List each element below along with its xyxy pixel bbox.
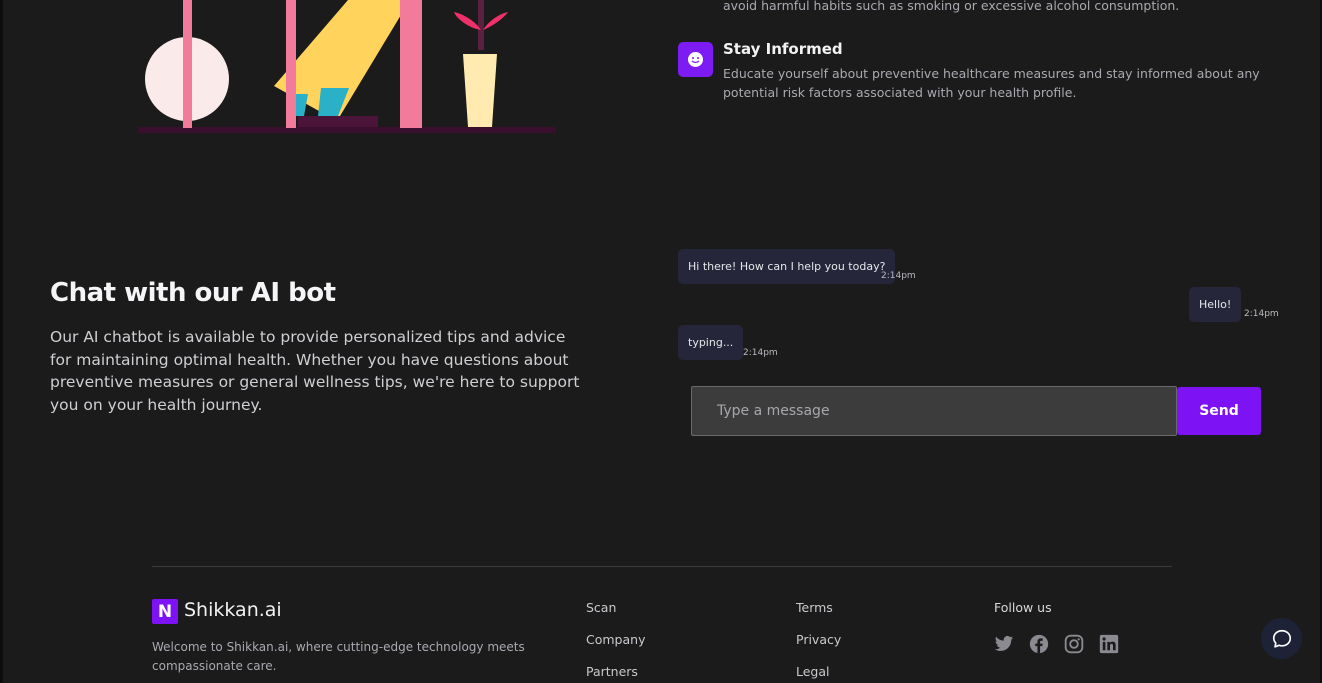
follow-us-label: Follow us bbox=[994, 600, 1052, 615]
footer-description: Welcome to Shikkan.ai, where cutting-edg… bbox=[152, 640, 525, 673]
footer-link-company[interactable]: Company bbox=[586, 632, 645, 647]
footer-link-terms[interactable]: Terms bbox=[796, 600, 833, 615]
chat-bubble-icon bbox=[1272, 629, 1291, 648]
instagram-icon[interactable] bbox=[1064, 634, 1084, 654]
health-illustration bbox=[138, 0, 556, 133]
bot-message: Hi there! How can I help you today? bbox=[678, 249, 896, 284]
message-time: 2:14pm bbox=[881, 271, 916, 281]
brand-name[interactable]: Shikkan.ai bbox=[184, 599, 282, 621]
message-input[interactable] bbox=[691, 386, 1177, 436]
twitter-icon[interactable] bbox=[994, 634, 1014, 654]
message-time: 2:14pm bbox=[1244, 309, 1279, 319]
footer-divider bbox=[152, 566, 1172, 567]
footer-link-privacy[interactable]: Privacy bbox=[796, 632, 841, 647]
message-time: 2:14pm bbox=[743, 348, 778, 358]
chat-section-heading: Chat with our AI bot bbox=[50, 278, 336, 308]
smiley-icon bbox=[678, 42, 713, 77]
logo-icon: N bbox=[152, 599, 178, 624]
footer-link-legal[interactable]: Legal bbox=[796, 664, 830, 679]
bot-typing-message: typing... bbox=[678, 325, 744, 360]
linkedin-icon[interactable] bbox=[1099, 634, 1119, 654]
user-message: Hello! bbox=[1189, 287, 1242, 322]
footer-link-partners[interactable]: Partners bbox=[586, 664, 638, 679]
chat-section-description: Our AI chatbot is available to provide p… bbox=[50, 328, 580, 414]
chat-widget-button[interactable] bbox=[1261, 618, 1302, 659]
facebook-icon[interactable] bbox=[1029, 634, 1049, 654]
tip-description: Educate yourself about preventive health… bbox=[723, 66, 1260, 100]
footer-link-scan[interactable]: Scan bbox=[586, 600, 616, 615]
send-button[interactable]: Send bbox=[1177, 387, 1261, 435]
tip-title: Stay Informed bbox=[723, 40, 843, 58]
tip-fragment-text: avoid harmful habits such as smoking or … bbox=[723, 0, 1180, 13]
